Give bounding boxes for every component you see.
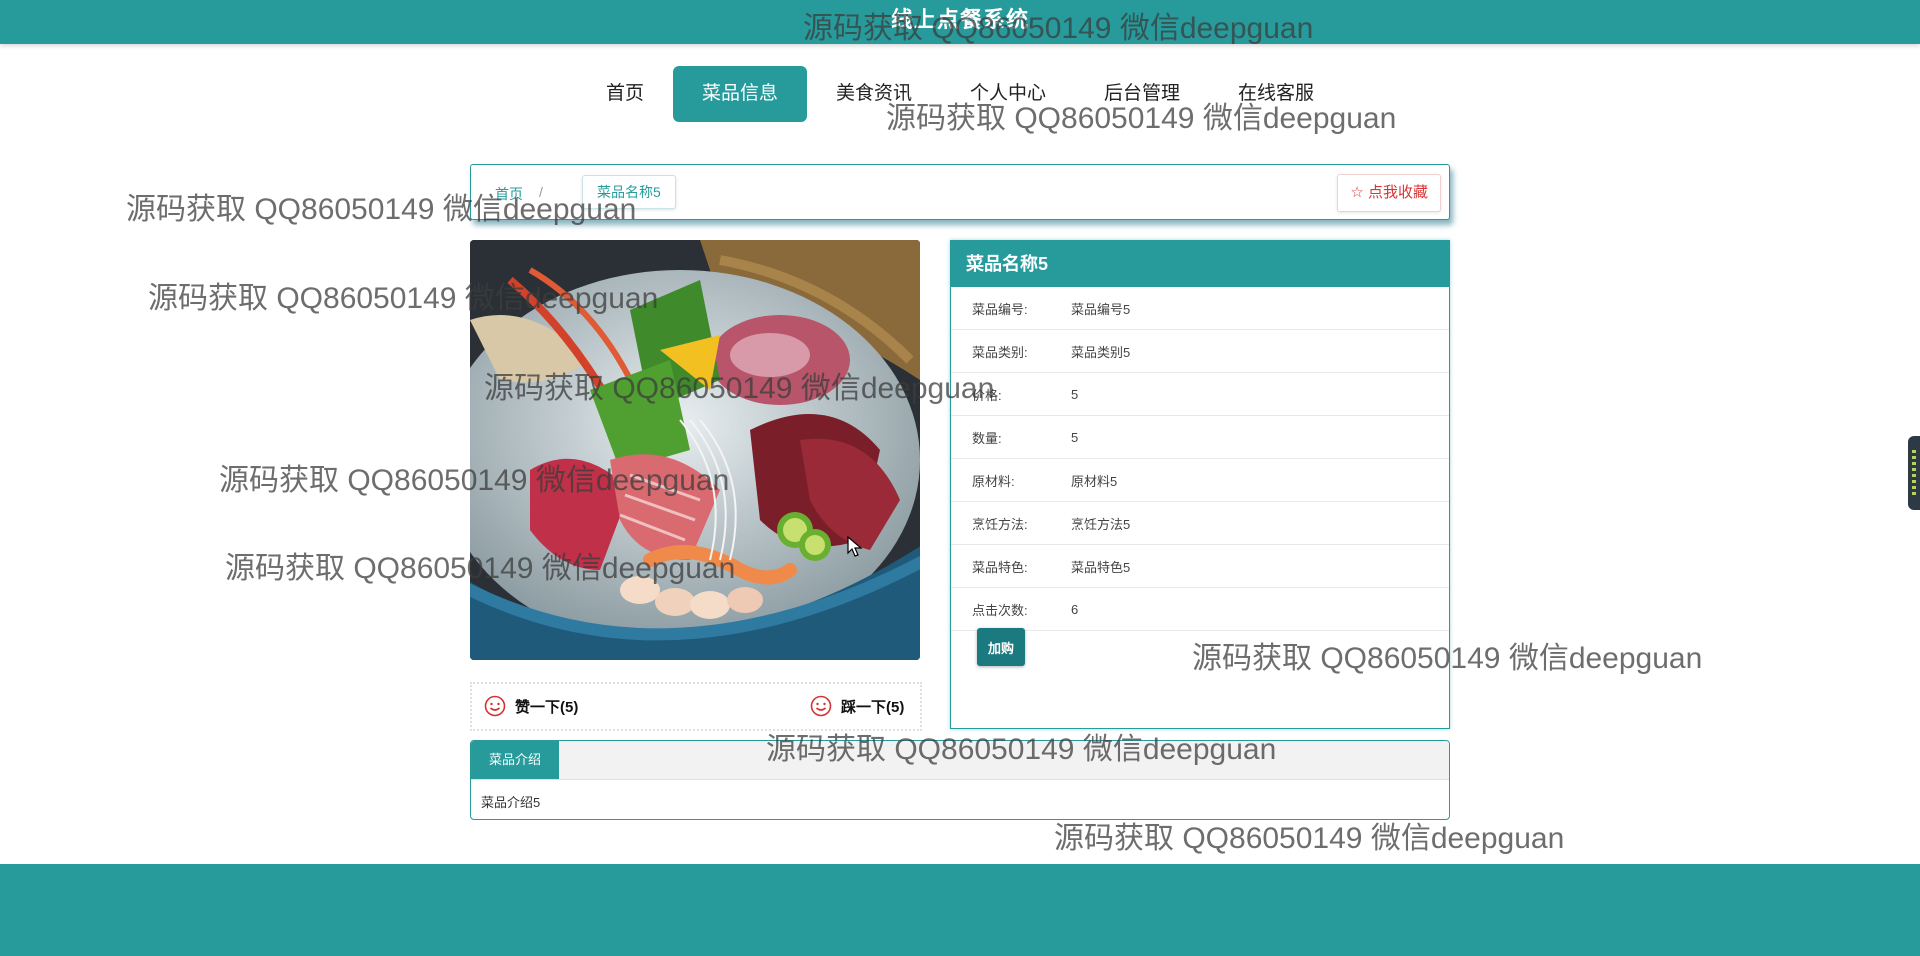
info-label: 菜品编号: [972,301,1028,317]
breadcrumb-home-link[interactable]: 首页 [495,184,523,204]
info-label: 价格: [972,387,1002,403]
info-row: 价格: 5 [951,373,1449,416]
breadcrumb-current: 菜品名称5 [582,175,676,209]
nav-item-home[interactable]: 首页 [577,66,673,122]
info-row: 点击次数: 6 [951,588,1449,631]
info-row: 菜品特色: 菜品特色5 [951,545,1449,588]
dislike-label: 踩一下(5) [841,698,905,716]
main-nav: 首页 菜品信息 美食资讯 个人中心 后台管理 在线客服 [0,66,1920,122]
info-row: 数量: 5 [951,416,1449,459]
info-row: 菜品类别: 菜品类别5 [951,330,1449,373]
like-button[interactable]: 赞一下(5) [484,695,578,717]
mouse-cursor-icon [847,536,863,557]
info-label: 菜品特色: [972,559,1028,575]
favorite-button-label: 点我收藏 [1367,184,1428,201]
info-value: 原材料5 [1071,473,1118,489]
info-label: 数量: [972,430,1002,446]
info-value: 5 [1071,429,1079,445]
nav-item-personal-center[interactable]: 个人中心 [941,66,1075,122]
info-label: 点击次数: [972,602,1028,618]
dislike-button[interactable]: 踩一下(5) [810,695,904,717]
info-label: 原材料: [972,473,1015,489]
sashimi-platter-illustration [470,240,920,660]
side-scroll-handle[interactable] [1908,436,1920,510]
dish-image [470,240,920,660]
add-to-cart-button[interactable]: 加购 [977,628,1025,666]
breadcrumb-separator: / [539,184,543,200]
nav-item-admin[interactable]: 后台管理 [1075,66,1209,122]
info-value: 菜品特色5 [1071,559,1131,575]
dish-intro-section: 菜品介绍 菜品介绍5 [470,740,1450,820]
dish-info-panel: 菜品名称5 菜品编号: 菜品编号5 菜品类别: 菜品类别5 价格: 5 数量: … [950,240,1450,729]
vote-bar: 赞一下(5) 踩一下(5) [470,682,922,731]
smile-icon [484,695,506,717]
favorite-button[interactable]: ☆ 点我收藏 [1337,174,1441,212]
info-row: 菜品编号: 菜品编号5 [951,287,1449,330]
breadcrumb: 首页 / 菜品名称5 ☆ 点我收藏 [470,164,1450,220]
smile-icon [810,695,832,717]
tab-dish-intro[interactable]: 菜品介绍 [471,741,560,779]
nav-item-online-service[interactable]: 在线客服 [1209,66,1343,122]
like-label: 赞一下(5) [515,698,579,716]
page-footer [0,864,1920,956]
info-row: 烹饪方法: 烹饪方法5 [951,502,1449,545]
top-header-bar: 线上点餐系统 [0,0,1920,44]
site-title: 线上点餐系统 [890,7,1029,32]
info-value: 6 [1071,601,1079,617]
info-value: 菜品编号5 [1071,301,1131,317]
info-value: 5 [1071,386,1079,402]
nav-item-food-news[interactable]: 美食资讯 [807,66,941,122]
info-row: 原材料: 原材料5 [951,459,1449,502]
info-value: 菜品类别5 [1071,344,1131,360]
info-label: 菜品类别: [972,344,1028,360]
info-value: 烹饪方法5 [1071,516,1131,532]
intro-tab-bar: 菜品介绍 [471,741,1449,780]
nav-item-dishes[interactable]: 菜品信息 [672,66,807,122]
dish-intro-text: 菜品介绍5 [481,795,541,810]
star-icon: ☆ [1350,184,1364,201]
dish-name-heading: 菜品名称5 [951,241,1449,287]
info-label: 烹饪方法: [972,516,1028,532]
